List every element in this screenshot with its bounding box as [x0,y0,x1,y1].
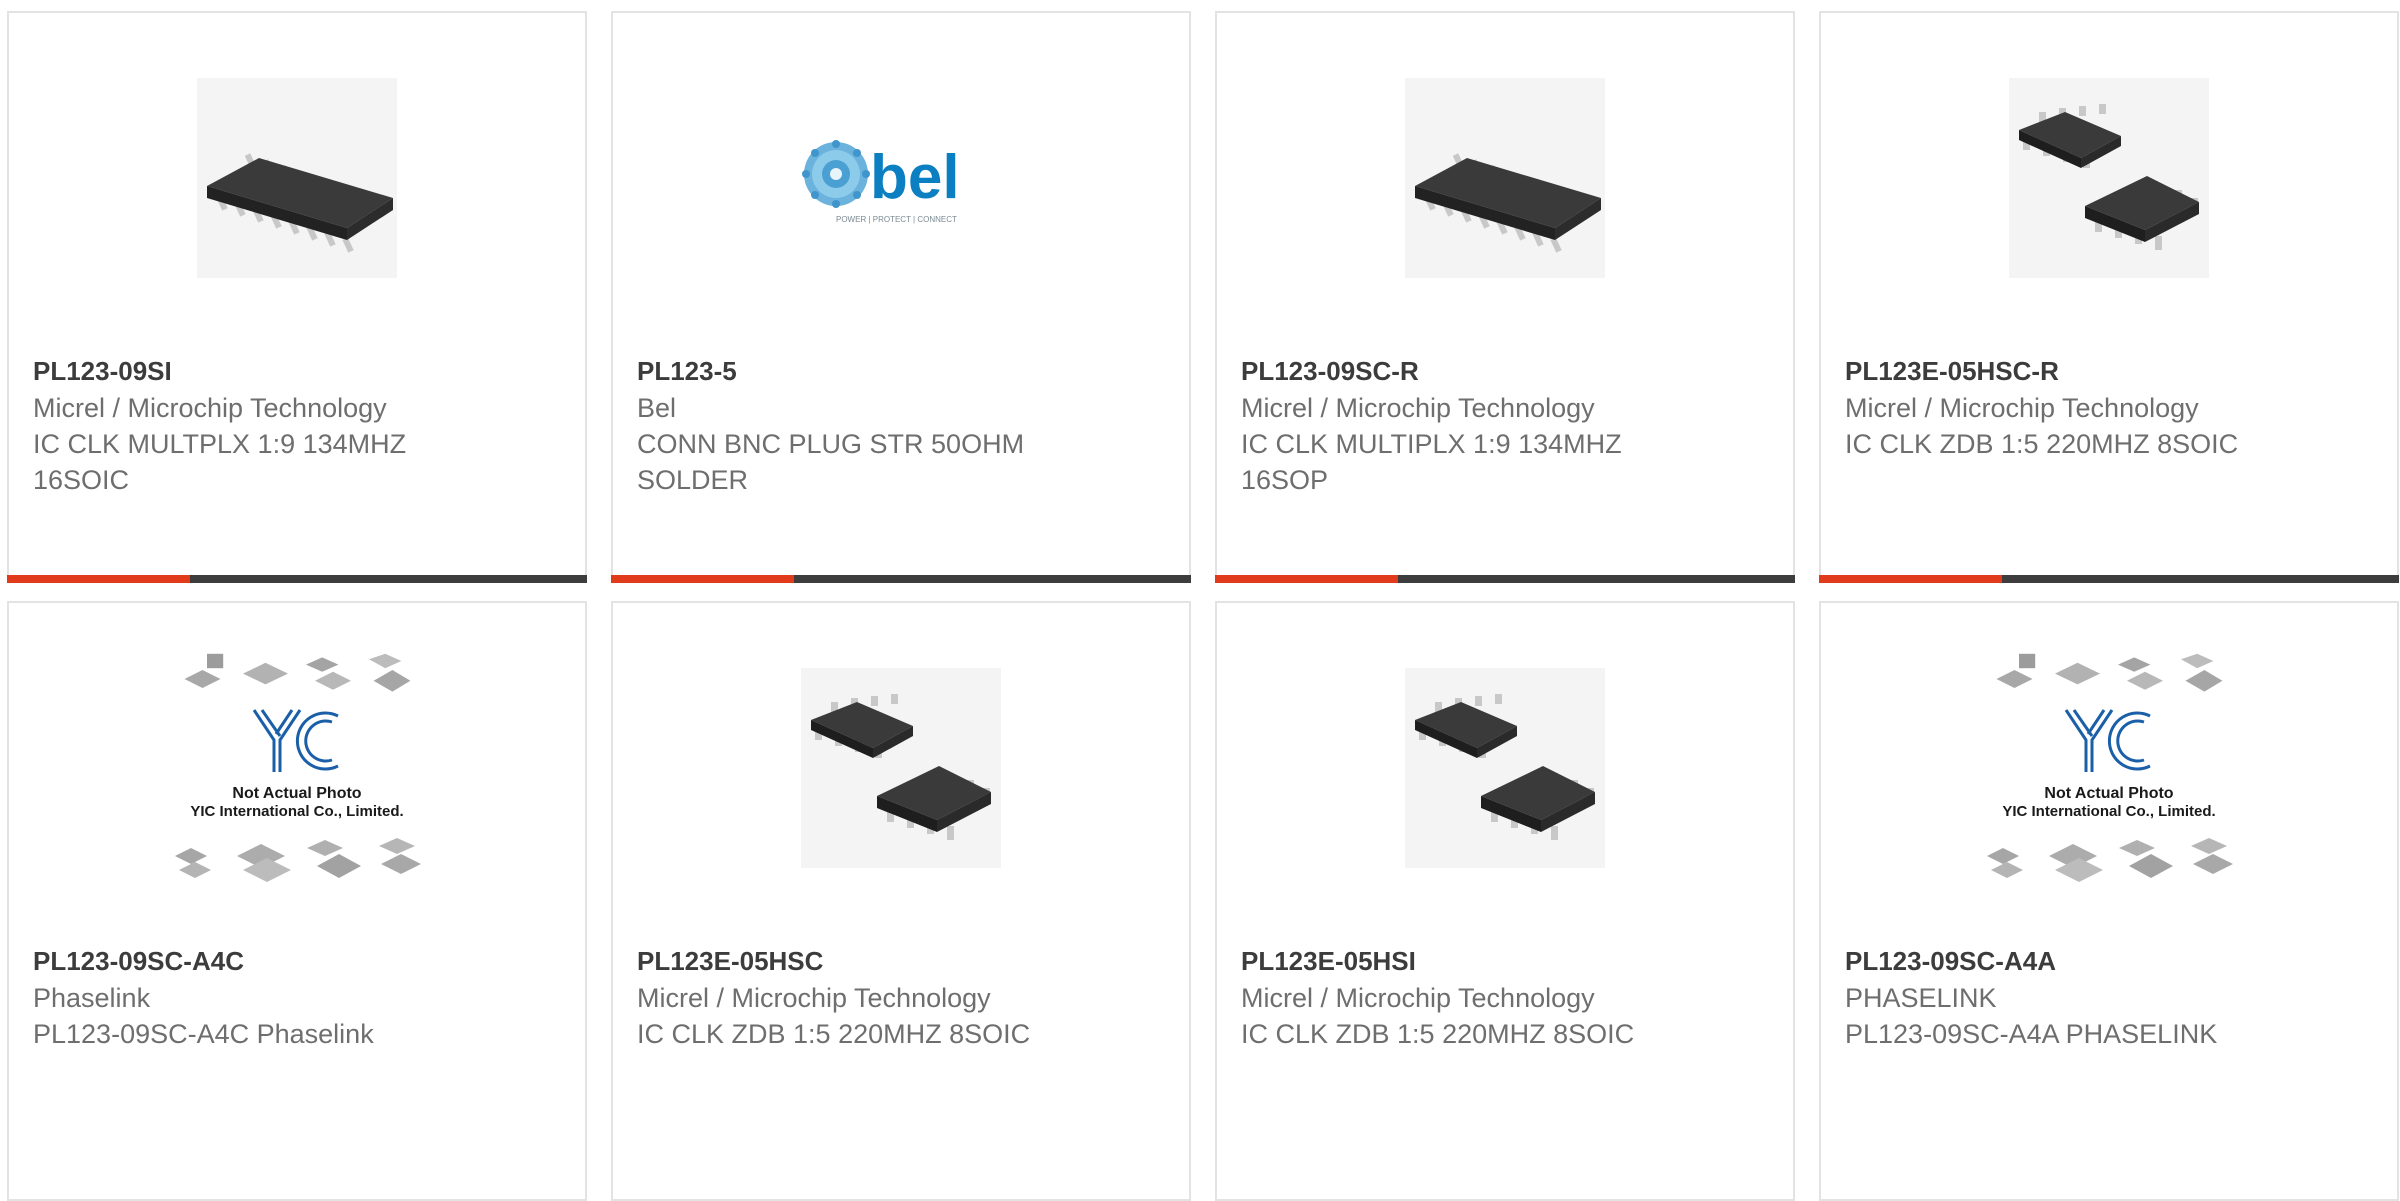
product-card[interactable]: PL123-09SI Micrel / Microchip Technology… [7,11,587,583]
svg-text:Not Actual Photo: Not Actual Photo [232,785,361,802]
part-number-link[interactable]: PL123E-05HSC-R [1845,353,2377,390]
yic-logo-icon [2064,709,2151,772]
product-info: PL123E-05HSC Micrel / Microchip Technolo… [637,943,1169,1052]
manufacturer: Micrel / Microchip Technology [1241,983,1595,1013]
yic-placeholder-image: Not Actual Photo YIC International Co., … [1974,648,2244,888]
svg-text:YIC International Co., Limited: YIC International Co., Limited. [2002,803,2215,820]
soic-8-chips-icon [801,668,1001,868]
svg-text:POWER | PROTECT | CONNECT: POWER | PROTECT | CONNECT [836,215,957,224]
product-image[interactable]: Not Actual Photo YIC International Co., … [9,663,585,873]
manufacturer: Micrel / Microchip Technology [33,393,387,423]
card-accent-bar [7,575,587,583]
manufacturer: Micrel / Microchip Technology [1241,393,1595,423]
product-info: PL123-09SI Micrel / Microchip Technology… [33,353,565,498]
product-card[interactable]: PL123E-05HSI Micrel / Microchip Technolo… [1215,601,1795,1201]
bel-logo: bel POWER | PROTECT | CONNECT [802,140,960,224]
svg-text:bel: bel [870,143,960,212]
accent-segment [611,575,794,583]
manufacturer: Micrel / Microchip Technology [637,983,991,1013]
svg-text:Not Actual Photo: Not Actual Photo [2044,785,2173,802]
product-image[interactable]: Not Actual Photo YIC International Co., … [1821,663,2397,873]
description: CONN BNC PLUG STR 50OHM SOLDER [637,429,1025,495]
card-accent-bar [1819,575,2399,583]
product-card[interactable]: Not Actual Photo YIC International Co., … [1819,601,2399,1201]
description: IC CLK ZDB 1:5 220MHZ 8SOIC [637,1019,1031,1049]
yic-placeholder-image: Not Actual Photo YIC International Co., … [162,648,432,888]
product-card[interactable]: Not Actual Photo YIC International Co., … [7,601,587,1201]
description: IC CLK ZDB 1:5 220MHZ 8SOIC [1845,429,2239,459]
accent-segment [1215,575,1398,583]
soic-16-chip-icon [1405,78,1605,278]
manufacturer: Bel [637,393,677,423]
manufacturer: Micrel / Microchip Technology [1845,393,2199,423]
part-number-link[interactable]: PL123-09SC-R [1241,353,1773,390]
product-info: PL123E-05HSI Micrel / Microchip Technolo… [1241,943,1773,1052]
manufacturer: PHASELINK [1845,983,1997,1013]
description: IC CLK ZDB 1:5 220MHZ 8SOIC [1241,1019,1635,1049]
part-number-link[interactable]: PL123E-05HSC [637,943,1169,980]
product-card[interactable]: bel POWER | PROTECT | CONNECT PL123-5 Be… [611,11,1191,583]
yic-logo-icon [252,709,339,772]
card-accent-bar [611,575,1191,583]
part-number-link[interactable]: PL123-5 [637,353,1169,390]
product-card[interactable]: PL123E-05HSC-R Micrel / Microchip Techno… [1819,11,2399,583]
accent-segment [7,575,190,583]
description: IC CLK MULTIPLX 1:9 134MHZ 16SOP [1241,429,1622,495]
product-card[interactable]: PL123-09SC-R Micrel / Microchip Technolo… [1215,11,1795,583]
soic-8-chips-icon [1405,668,1605,868]
soic-8-chips-icon [2009,78,2209,278]
product-info: PL123-09SC-A4C Phaselink PL123-09SC-A4C … [33,943,565,1052]
product-card[interactable]: PL123E-05HSC Micrel / Microchip Technolo… [611,601,1191,1201]
product-image[interactable] [1217,663,1793,873]
description: PL123-09SC-A4C Phaselink [33,1019,374,1049]
product-image[interactable] [613,663,1189,873]
product-info: PL123-09SC-R Micrel / Microchip Technolo… [1241,353,1773,498]
manufacturer: Phaselink [33,983,151,1013]
description: PL123-09SC-A4A PHASELINK [1845,1019,2218,1049]
part-number-link[interactable]: PL123E-05HSI [1241,943,1773,980]
product-image[interactable]: bel POWER | PROTECT | CONNECT [613,73,1189,283]
svg-text:YIC International Co., Limited: YIC International Co., Limited. [190,803,403,820]
card-accent-bar [1215,575,1795,583]
part-number-link[interactable]: PL123-09SC-A4C [33,943,565,980]
product-grid: PL123-09SI Micrel / Microchip Technology… [0,0,2400,1201]
product-info: PL123-5 Bel CONN BNC PLUG STR 50OHM SOLD… [637,353,1169,498]
product-image[interactable] [9,73,585,283]
accent-segment [1819,575,2002,583]
soic-16-chip-icon [197,78,397,278]
part-number-link[interactable]: PL123-09SC-A4A [1845,943,2377,980]
description: IC CLK MULTPLX 1:9 134MHZ 16SOIC [33,429,407,495]
part-number-link[interactable]: PL123-09SI [33,353,565,390]
product-image[interactable] [1821,73,2397,283]
product-info: PL123-09SC-A4A PHASELINK PL123-09SC-A4A … [1845,943,2377,1052]
product-image[interactable] [1217,73,1793,283]
product-info: PL123E-05HSC-R Micrel / Microchip Techno… [1845,353,2377,462]
